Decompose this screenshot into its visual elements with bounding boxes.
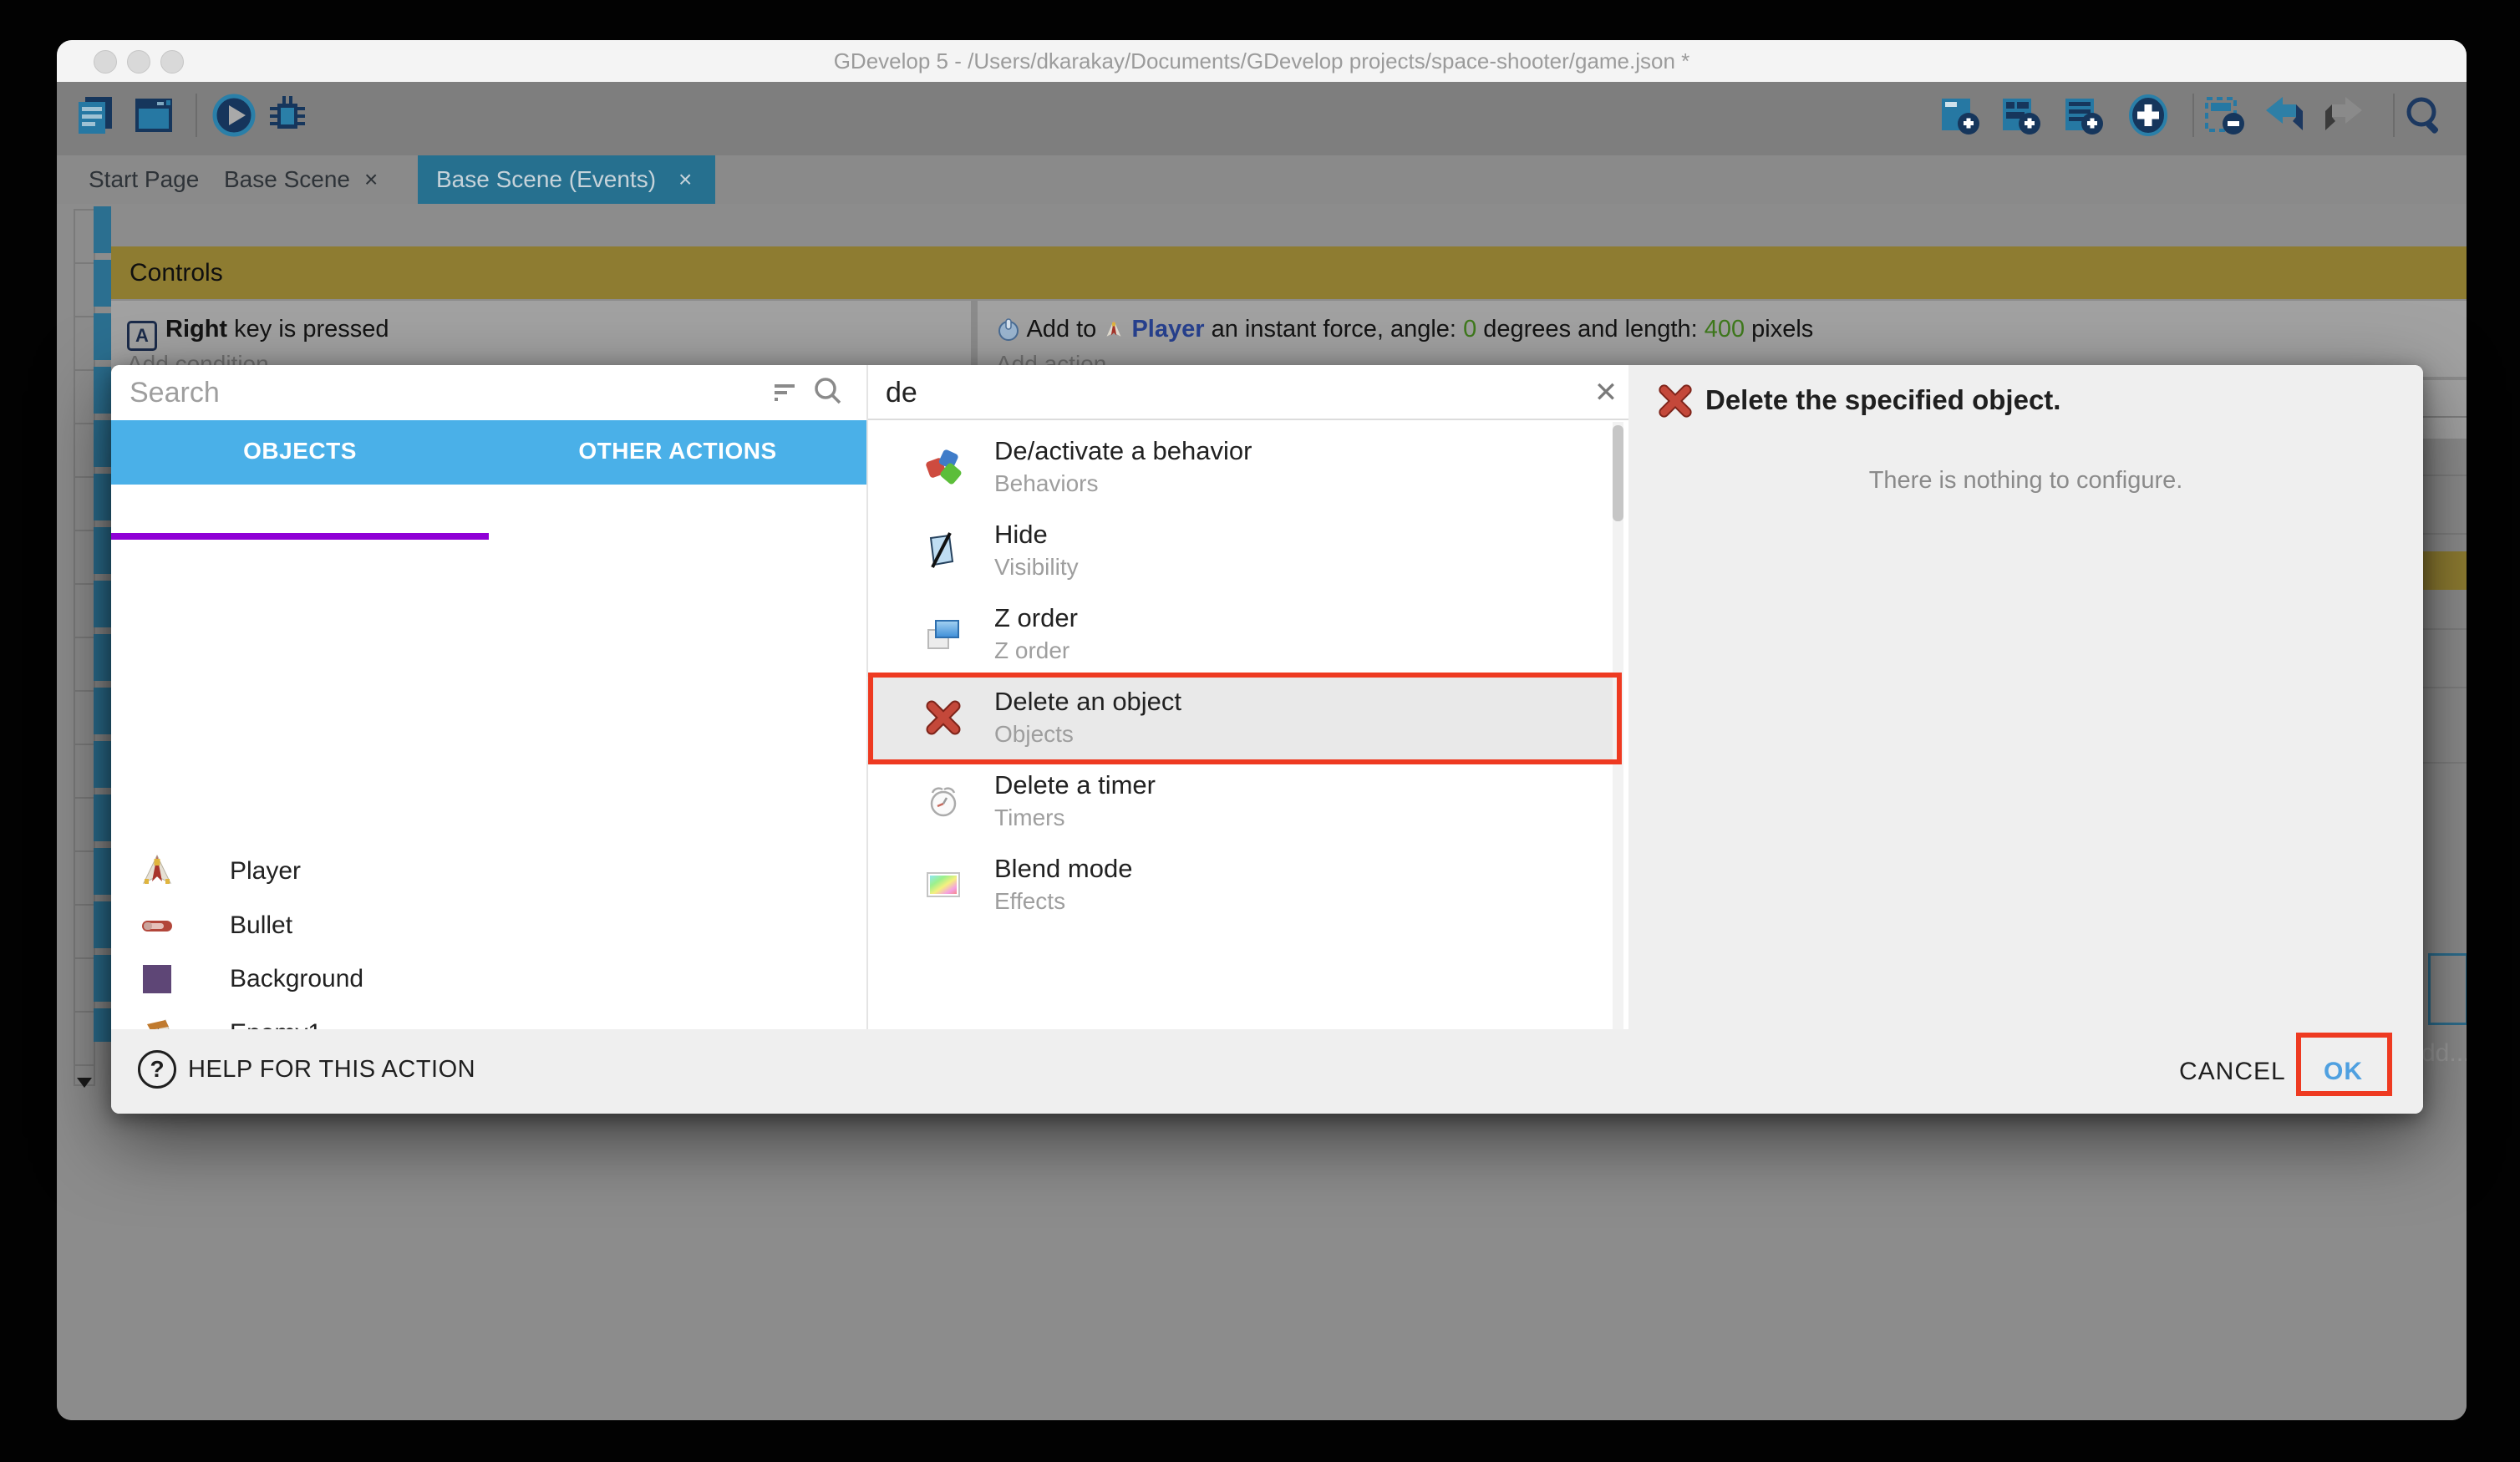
filter-icon[interactable] xyxy=(770,378,800,408)
toolbar-separator xyxy=(196,94,197,137)
main-toolbar xyxy=(57,82,2467,155)
action-item-blend-mode[interactable]: Blend mode Effects xyxy=(866,844,1618,927)
hide-icon xyxy=(924,531,963,570)
dialog-footer: ?HELP FOR THIS ACTION CANCEL OK xyxy=(111,1029,2423,1114)
action-search-input[interactable]: de xyxy=(886,365,917,420)
add-comment-icon[interactable] xyxy=(1998,94,2041,137)
play-button-icon[interactable] xyxy=(212,94,256,137)
event-group-header-edge xyxy=(2423,551,2467,590)
bullet-object-icon xyxy=(140,909,174,942)
add-more-text[interactable]: dd... xyxy=(2421,1039,2467,1068)
blend-mode-icon xyxy=(924,866,963,904)
condition-text: key is pressed xyxy=(227,316,389,343)
keyboard-icon: A xyxy=(127,321,157,351)
condition-key: Right xyxy=(165,316,227,343)
list-item-player[interactable]: Player xyxy=(111,845,866,898)
project-manager-icon[interactable] xyxy=(74,94,117,137)
enemy1-object-icon xyxy=(140,1017,174,1029)
tab-base-scene-close-icon[interactable]: × xyxy=(364,155,378,204)
add-circle-icon[interactable] xyxy=(2126,94,2170,137)
tab-objects[interactable]: OBJECTS xyxy=(111,420,489,485)
search-icon xyxy=(811,375,845,409)
z-order-icon xyxy=(924,615,963,653)
background-object-icon xyxy=(140,962,174,996)
objects-pane: Search OBJECTS OTHER ACTIONS xyxy=(111,365,866,1029)
action-editor-dialog: Search OBJECTS OTHER ACTIONS xyxy=(111,365,2423,1114)
action-item-z-order[interactable]: Z order Z order xyxy=(866,593,1618,677)
object-name: Background xyxy=(230,952,363,1006)
delete-object-icon xyxy=(1657,383,1694,419)
row-divider xyxy=(2423,416,2467,418)
add-subevent-icon[interactable] xyxy=(2060,94,2104,137)
add-event-icon[interactable] xyxy=(1937,94,1980,137)
tab-base-scene-events-close-icon[interactable]: × xyxy=(678,155,692,204)
titlebar: GDevelop 5 - /Users/dkarakay/Documents/G… xyxy=(57,40,2467,82)
events-gutter xyxy=(74,209,95,1086)
list-item-background[interactable]: Background xyxy=(111,952,866,1006)
toolbar-search-icon[interactable] xyxy=(2402,94,2446,137)
help-button[interactable]: ?HELP FOR THIS ACTION xyxy=(138,1050,475,1092)
clear-search-icon[interactable]: ✕ xyxy=(1590,377,1622,409)
cancel-button[interactable]: CANCEL xyxy=(2179,1029,2286,1114)
object-name: Bullet xyxy=(230,899,292,952)
toolbar-separator xyxy=(2393,94,2395,137)
action-object-name: Player xyxy=(1131,316,1204,343)
list-item-enemy1[interactable]: Enemy1 xyxy=(111,1007,866,1029)
tab-base-scene-events[interactable]: Base Scene (Events) × xyxy=(418,155,715,204)
scene-editor-icon[interactable] xyxy=(132,94,175,137)
event-group-header[interactable]: Controls xyxy=(111,246,2467,299)
window-title: GDevelop 5 - /Users/dkarakay/Documents/G… xyxy=(57,40,2467,82)
action-item-delete-timer[interactable]: Delete a timer Timers xyxy=(866,760,1618,844)
config-pane: Delete the specified object. There is no… xyxy=(1628,365,2423,1029)
delete-event-icon[interactable] xyxy=(2202,94,2245,137)
tab-label: Base Scene (Events) xyxy=(436,155,656,204)
force-hand-icon xyxy=(996,317,1021,343)
tab-start-page[interactable]: Start Page xyxy=(89,155,199,204)
object-name: Player xyxy=(230,845,301,898)
player-object-icon xyxy=(1103,319,1125,341)
add-event-button-edge[interactable] xyxy=(2428,953,2467,1025)
row-divider xyxy=(2423,762,2467,764)
player-object-icon xyxy=(140,855,174,888)
action-length-value: 400 xyxy=(1705,316,1745,343)
fold-arrow-icon[interactable] xyxy=(77,1078,92,1088)
nothing-to-configure-text: There is nothing to configure. xyxy=(1628,467,2423,495)
object-search-input[interactable]: Search xyxy=(130,365,220,420)
action-item-hide[interactable]: Hide Visibility xyxy=(866,510,1618,593)
timer-icon xyxy=(924,782,963,820)
behavior-icon xyxy=(924,448,963,486)
actions-scrollbar-thumb[interactable] xyxy=(1613,425,1623,521)
tab-other-actions[interactable]: OTHER ACTIONS xyxy=(489,420,866,485)
redo-icon[interactable] xyxy=(2322,94,2365,137)
action-item-deactivate-behavior[interactable]: De/activate a behavior Behaviors xyxy=(866,426,1618,510)
search-underline xyxy=(868,419,1628,420)
annotation-box-delete-object xyxy=(868,673,1622,764)
action-angle-value: 0 xyxy=(1463,316,1476,343)
list-item-bullet[interactable]: Bullet xyxy=(111,899,866,952)
screenshot-root: GDevelop 5 - /Users/dkarakay/Documents/G… xyxy=(0,0,2520,1462)
undo-icon[interactable] xyxy=(2263,94,2306,137)
help-icon: ? xyxy=(138,1050,176,1089)
debugger-bug-icon[interactable] xyxy=(266,94,309,137)
tab-base-scene[interactable]: Base Scene xyxy=(224,155,350,204)
row-divider xyxy=(2423,628,2467,630)
action-description-title: Delete the specified object. xyxy=(1705,384,2060,416)
object-name: Enemy1 xyxy=(230,1007,322,1029)
event-selection-strips xyxy=(94,206,111,1042)
toolbar-separator xyxy=(2192,94,2194,137)
dialog-tabs: OBJECTS OTHER ACTIONS xyxy=(111,420,866,485)
row-divider xyxy=(2423,687,2467,688)
tab-indicator xyxy=(111,533,489,540)
row-divider xyxy=(2423,533,2467,535)
event-group-label: Controls xyxy=(111,246,2467,299)
editor-tabbar: Start Page Base Scene × Base Scene (Even… xyxy=(57,155,2467,204)
annotation-box-ok xyxy=(2296,1033,2392,1096)
row-divider xyxy=(2423,475,2467,476)
